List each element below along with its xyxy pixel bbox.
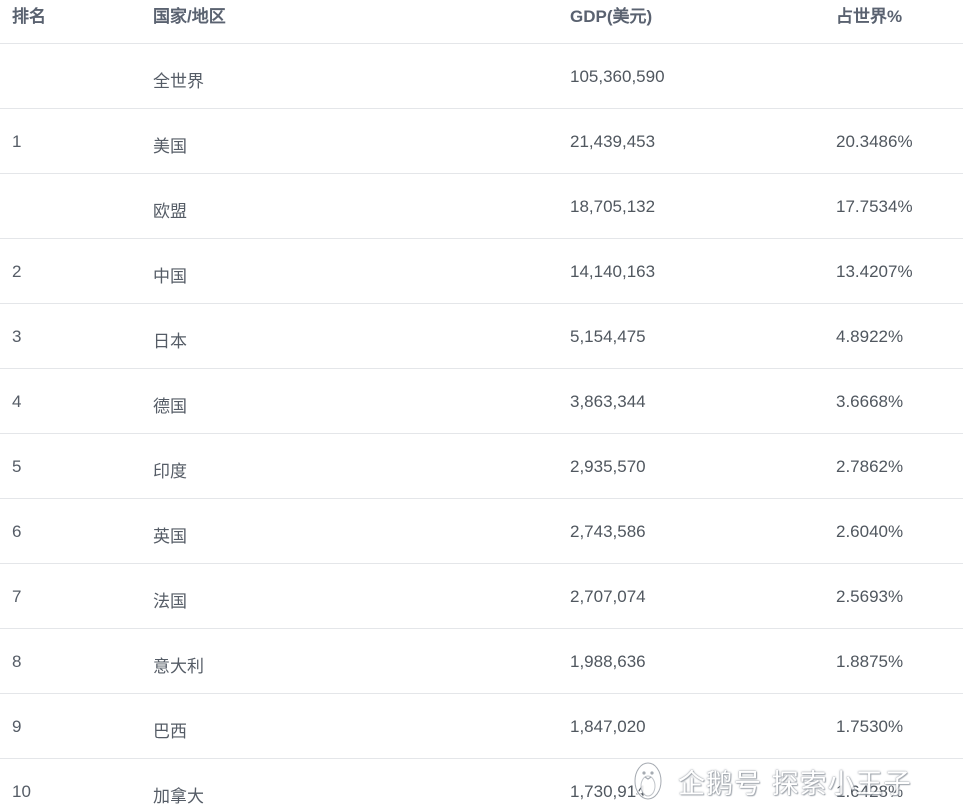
country-cell: 印度 bbox=[153, 462, 187, 481]
table-row: 8 意大利 1,988,636 1.8875% bbox=[0, 629, 963, 694]
table-row: 10 加拿大 1,730,914 1.6428% bbox=[0, 759, 963, 811]
country-cell: 全世界 bbox=[153, 72, 204, 91]
gdp-cell: 14,140,163 bbox=[570, 262, 656, 281]
country-cell: 意大利 bbox=[153, 657, 204, 676]
country-cell: 德国 bbox=[153, 397, 187, 416]
share-cell: 4.8922% bbox=[836, 327, 904, 346]
country-cell: 日本 bbox=[153, 332, 187, 351]
gdp-cell: 5,154,475 bbox=[570, 327, 646, 346]
table-row: 2 中国 14,140,163 13.4207% bbox=[0, 239, 963, 304]
share-cell: 1.7530% bbox=[836, 717, 904, 736]
country-cell: 法国 bbox=[153, 592, 187, 611]
country-cell: 中国 bbox=[153, 267, 187, 286]
rank-cell: 7 bbox=[12, 587, 22, 606]
share-cell: 3.6668% bbox=[836, 392, 904, 411]
rank-cell: 2 bbox=[12, 262, 22, 281]
rank-cell: 6 bbox=[12, 522, 22, 541]
table-row: 4 德国 3,863,344 3.6668% bbox=[0, 369, 963, 434]
header-rank: 排名 bbox=[12, 7, 46, 26]
share-cell: 20.3486% bbox=[836, 132, 913, 151]
gdp-cell: 21,439,453 bbox=[570, 132, 656, 151]
rank-cell: 1 bbox=[12, 132, 22, 151]
gdp-cell: 18,705,132 bbox=[570, 197, 656, 216]
country-cell: 欧盟 bbox=[153, 202, 187, 221]
share-cell: 13.4207% bbox=[836, 262, 913, 281]
rank-cell: 3 bbox=[12, 327, 22, 346]
gdp-cell: 2,935,570 bbox=[570, 457, 646, 476]
table-row: 全世界 105,360,590 bbox=[0, 44, 963, 109]
gdp-ranking-table: 排名 国家/地区 GDP(美元) 占世界% 全世界 105,360,590 1 … bbox=[0, 0, 963, 811]
share-cell: 2.5693% bbox=[836, 587, 904, 606]
country-cell: 美国 bbox=[153, 137, 187, 156]
table-row: 5 印度 2,935,570 2.7862% bbox=[0, 434, 963, 499]
gdp-cell: 1,847,020 bbox=[570, 717, 646, 736]
share-cell: 1.8875% bbox=[836, 652, 904, 671]
country-cell: 巴西 bbox=[153, 722, 187, 741]
table-row: 3 日本 5,154,475 4.8922% bbox=[0, 304, 963, 369]
rank-cell: 8 bbox=[12, 652, 22, 671]
gdp-cell: 105,360,590 bbox=[570, 67, 665, 86]
rank-cell: 10 bbox=[12, 782, 31, 801]
share-cell: 2.7862% bbox=[836, 457, 904, 476]
gdp-cell: 2,743,586 bbox=[570, 522, 646, 541]
table-row: 9 巴西 1,847,020 1.7530% bbox=[0, 694, 963, 759]
rank-cell: 4 bbox=[12, 392, 22, 411]
gdp-cell: 2,707,074 bbox=[570, 587, 646, 606]
rank-cell: 5 bbox=[12, 457, 22, 476]
table-body: 全世界 105,360,590 1 美国 21,439,453 20.3486%… bbox=[0, 44, 963, 811]
share-cell: 1.6428% bbox=[836, 782, 904, 801]
header-name: 国家/地区 bbox=[153, 7, 226, 26]
share-cell: 17.7534% bbox=[836, 197, 913, 216]
table-header: 排名 国家/地区 GDP(美元) 占世界% bbox=[0, 0, 963, 44]
header-share: 占世界% bbox=[836, 7, 903, 26]
header-gdp: GDP(美元) bbox=[570, 7, 653, 26]
gdp-cell: 1,730,914 bbox=[570, 782, 646, 801]
country-cell: 加拿大 bbox=[153, 787, 204, 806]
table-row: 欧盟 18,705,132 17.7534% bbox=[0, 174, 963, 239]
share-cell: 2.6040% bbox=[836, 522, 904, 541]
rank-cell: 9 bbox=[12, 717, 22, 736]
table-row: 7 法国 2,707,074 2.5693% bbox=[0, 564, 963, 629]
table-row: 6 英国 2,743,586 2.6040% bbox=[0, 499, 963, 564]
table-row: 1 美国 21,439,453 20.3486% bbox=[0, 109, 963, 174]
gdp-cell: 3,863,344 bbox=[570, 392, 646, 411]
gdp-cell: 1,988,636 bbox=[570, 652, 646, 671]
country-cell: 英国 bbox=[153, 527, 187, 546]
